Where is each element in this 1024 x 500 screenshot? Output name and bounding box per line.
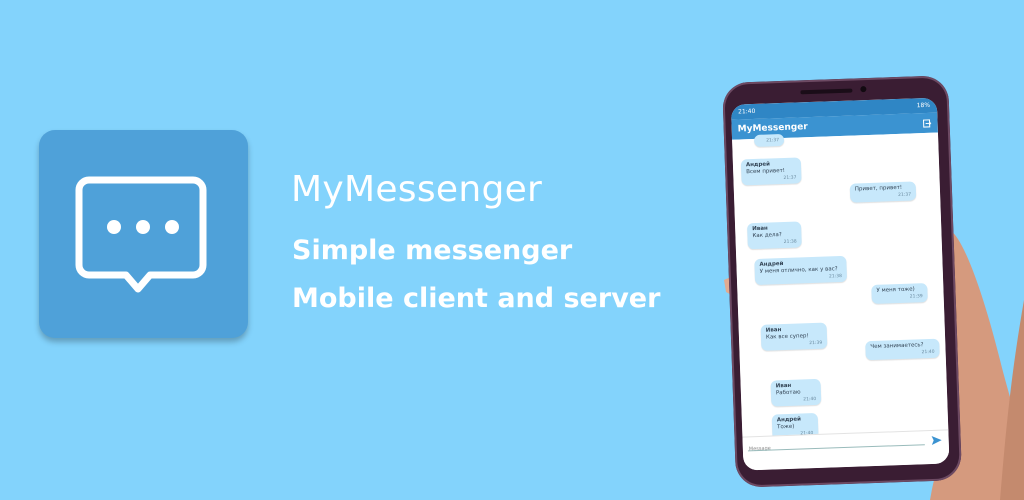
phone-screen: 21:40 18% MyMessenger 21:37 Андрей Всем …	[730, 97, 950, 471]
status-battery: 18%	[916, 101, 931, 110]
chat-message: Привет, привет! 21:37	[849, 181, 917, 203]
chat-message: Иван Как дела? 21:38	[746, 221, 802, 250]
phone-mockup: 21:40 18% MyMessenger 21:37 Андрей Всем …	[722, 75, 963, 488]
chat-message: Иван Как все супер! 21:39	[760, 322, 828, 351]
send-icon[interactable]	[931, 435, 942, 445]
chat-message: Иван Работаю 21:40	[770, 378, 822, 407]
chat-message: У меня тоже) 21:39	[871, 283, 928, 304]
chat-message: Чем занимаетесь? 21:40	[865, 338, 940, 361]
message-input-bar: Message	[742, 429, 950, 471]
chat-area[interactable]: 21:37 Андрей Всем привет! 21:37 Привет, …	[732, 132, 949, 441]
app-bar-title: MyMessenger	[737, 122, 808, 135]
chat-message: 21:37	[753, 133, 785, 147]
status-time: 21:40	[737, 107, 756, 116]
logout-icon[interactable]	[922, 118, 932, 128]
input-underline	[747, 444, 925, 452]
chat-message: Андрей У меня отлично, как у вас? 21:38	[754, 255, 848, 286]
chat-message: Андрей Всем привет! 21:37	[740, 157, 802, 186]
